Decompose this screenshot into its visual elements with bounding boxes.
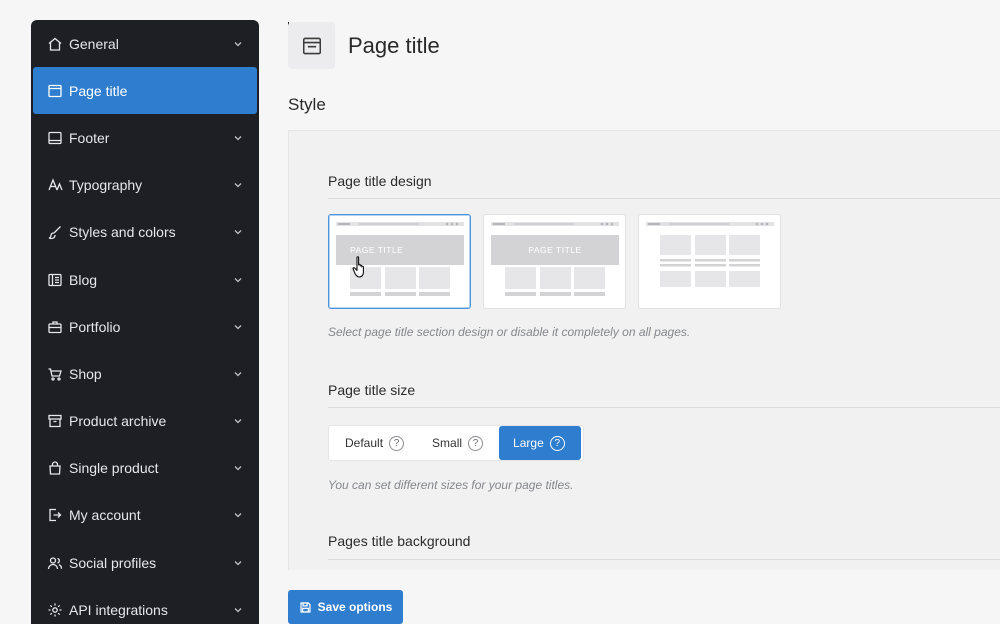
sidebar-item-label: Footer (69, 129, 110, 146)
divider (328, 198, 1000, 199)
gear-icon (47, 602, 63, 618)
sidebar-item-label: Page title (69, 82, 128, 99)
login-icon (47, 507, 63, 523)
help-icon[interactable]: ? (389, 435, 405, 451)
title-size-selector: Default ? Small ? Large ? (328, 425, 584, 461)
chevron-down-icon (233, 463, 243, 473)
chevron-down-icon (233, 227, 243, 237)
blog-icon (47, 272, 63, 288)
design-preview: PAGE TITLE (336, 222, 464, 296)
footer-icon (47, 130, 63, 146)
sidebar-item-single-product[interactable]: Single product (33, 445, 257, 492)
users-icon (47, 555, 63, 571)
chevron-down-icon (233, 39, 243, 49)
page-icon (288, 22, 335, 69)
chevron-down-icon (233, 322, 243, 332)
chevron-down-icon (233, 369, 243, 379)
size-option-label: Large (513, 436, 544, 450)
archive-icon (47, 413, 63, 429)
brush-icon (47, 224, 63, 240)
help-icon[interactable]: ? (468, 435, 484, 451)
design-banner-text: PAGE TITLE (528, 245, 581, 255)
sidebar-item-label: Styles and colors (69, 224, 176, 241)
chevron-down-icon (233, 416, 243, 426)
save-icon (300, 601, 311, 613)
chevron-down-icon (233, 558, 243, 568)
sidebar-item-api-integrations[interactable]: API integrations (33, 586, 257, 624)
section-title: Style (288, 95, 326, 114)
size-option-label: Default (345, 436, 384, 450)
size-label: Page title size (328, 382, 416, 398)
sidebar-item-shop[interactable]: Shop (33, 350, 257, 397)
sidebar-item-social-profiles[interactable]: Social profiles (33, 539, 257, 586)
chevron-down-icon (233, 180, 243, 190)
design-banner-text: PAGE TITLE (350, 245, 403, 255)
sidebar-item-my-account[interactable]: My account (33, 492, 257, 539)
sidebar-item-label: Blog (69, 271, 98, 288)
sidebar-item-portfolio[interactable]: Portfolio (33, 303, 257, 350)
background-label: Pages title background (328, 533, 471, 549)
sidebar-item-label: My account (69, 507, 141, 524)
sidebar-item-page-title[interactable]: Page title (33, 67, 257, 115)
bag-icon (47, 460, 63, 476)
sidebar-item-label: API integrations (69, 601, 168, 618)
help-icon[interactable]: ? (549, 435, 565, 451)
sidebar-item-label: Portfolio (69, 318, 121, 335)
save-options-label: Save options (317, 600, 393, 614)
typography-icon (47, 177, 63, 193)
design-hint: Select page title section design or disa… (328, 325, 691, 339)
sidebar-item-label: Typography (69, 177, 143, 194)
design-preview (646, 222, 774, 287)
cart-icon (47, 366, 63, 382)
settings-sidebar: General Page title Footer Typography Sty… (31, 20, 259, 624)
sidebar-item-footer[interactable]: Footer (33, 114, 257, 161)
sidebar-item-label: Single product (69, 460, 159, 477)
size-option-label: Small (432, 436, 463, 450)
size-option-small[interactable]: Small ? (416, 426, 495, 460)
design-option-3[interactable] (638, 214, 781, 309)
divider (328, 407, 1000, 408)
chevron-down-icon (233, 510, 243, 520)
main-content: Page title Style Page title design PAGE … (288, 0, 1000, 624)
briefcase-icon (47, 319, 63, 335)
hand-cursor-icon (352, 256, 364, 278)
sidebar-item-label: Product archive (69, 413, 167, 430)
sidebar-item-general[interactable]: General (33, 20, 257, 67)
chevron-down-icon (233, 605, 243, 615)
home-icon (47, 36, 63, 52)
sidebar-item-styles-and-colors[interactable]: Styles and colors (33, 209, 257, 256)
size-option-default[interactable]: Default ? (329, 426, 416, 460)
style-panel: Page title design PAGE TITLE PAGE TITLE … (288, 130, 1000, 570)
design-option-1[interactable]: PAGE TITLE (328, 214, 471, 309)
save-options-button[interactable]: Save options (288, 590, 403, 624)
design-option-2[interactable]: PAGE TITLE (483, 214, 626, 309)
sidebar-item-label: Social profiles (69, 554, 157, 571)
size-option-large[interactable]: Large ? (499, 426, 581, 460)
sidebar-item-typography[interactable]: Typography (33, 162, 257, 209)
chevron-down-icon (233, 133, 243, 143)
sidebar-item-label: Shop (69, 365, 102, 382)
design-label: Page title design (328, 173, 432, 189)
sidebar-item-label: General (69, 35, 119, 52)
page-icon (47, 83, 63, 99)
page-title: Page title (348, 33, 440, 58)
chevron-down-icon (233, 275, 243, 285)
size-hint: You can set different sizes for your pag… (328, 478, 574, 492)
divider (328, 559, 1000, 560)
sidebar-item-product-archive[interactable]: Product archive (33, 398, 257, 445)
design-preview: PAGE TITLE (491, 222, 619, 296)
sidebar-item-blog[interactable]: Blog (33, 256, 257, 303)
